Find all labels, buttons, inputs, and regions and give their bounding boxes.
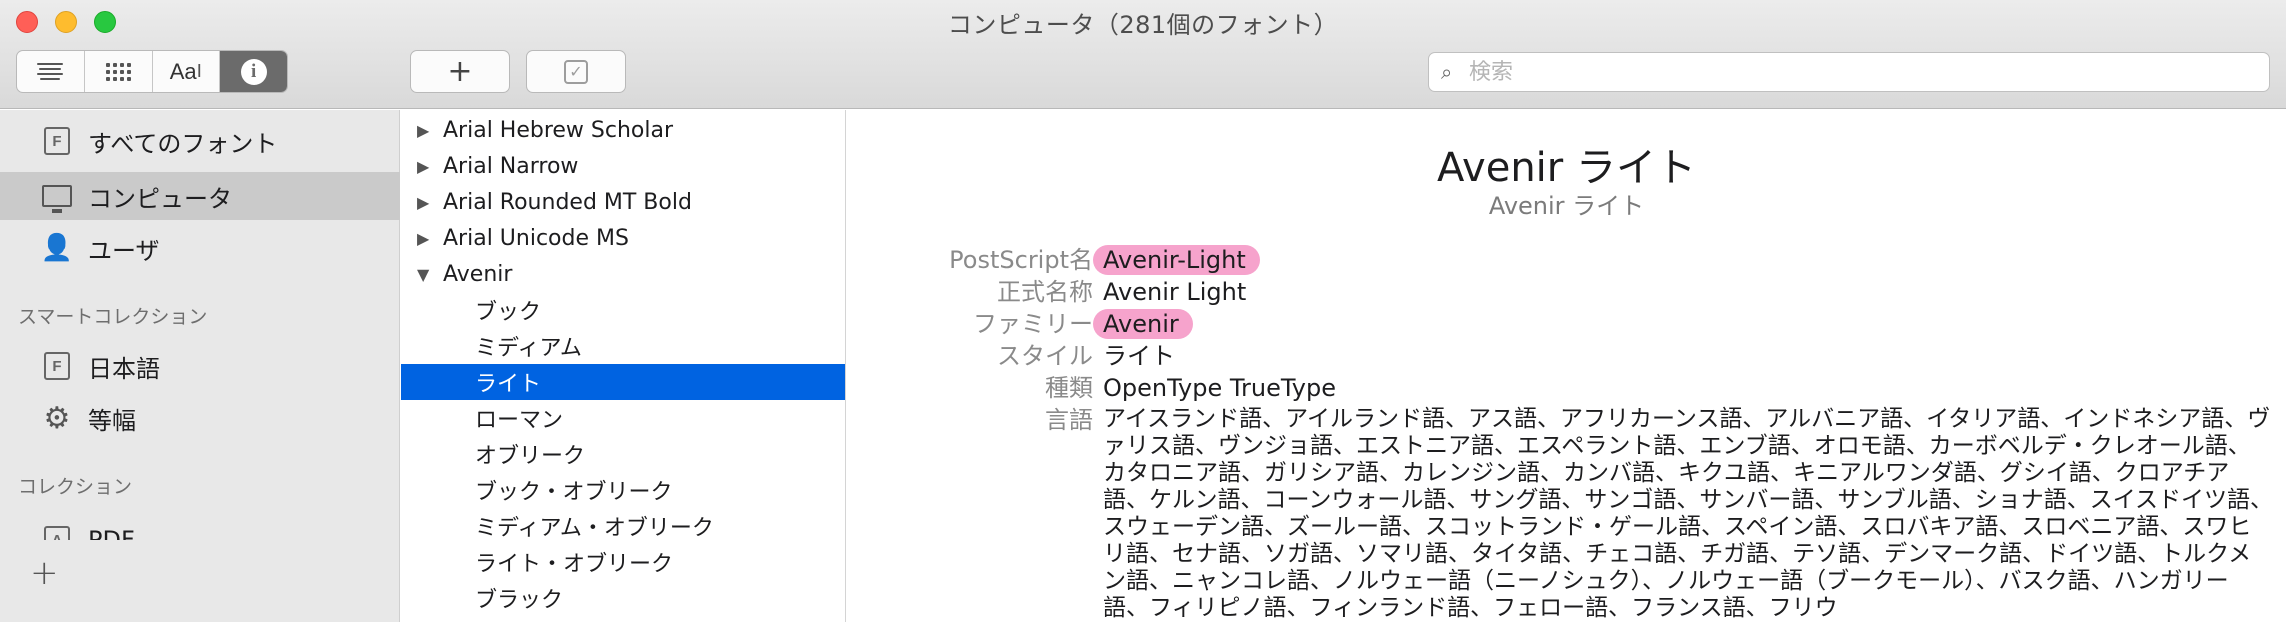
info-value[interactable]: Avenir-Light [1093,245,1260,275]
sidebar: F すべてのフォント コンピュータ 👤 ユーザ スマートコレクション F 日本語… [0,110,400,622]
font-file-icon: F [42,351,72,381]
monitor-icon [42,181,72,213]
checkbox-icon: ✓ [564,59,588,84]
info-key: 正式名称 [997,278,1093,306]
font-info-pane: Avenir ライト Avenir ライト PostScript名 Avenir… [847,110,2286,622]
info-row-full-name: 正式名称 Avenir Light [847,278,2286,306]
sidebar-item-japanese[interactable]: F 日本語 [0,342,400,390]
gear-icon: ⚙ [43,400,71,436]
font-face-row[interactable]: ブック・オブリーク [401,472,845,508]
font-face-row[interactable]: オブリーク [401,436,845,472]
sidebar-item-label: 等幅 [88,406,136,435]
sample-view-icon: Aa [169,58,197,84]
font-family-row[interactable]: ▶ Arial Hebrew Scholar [401,112,845,148]
highlight-mark: Avenir [1093,309,1193,339]
grid-view-button[interactable] [85,51,153,92]
info-value[interactable]: ライト [1103,342,1175,370]
collections-header: コレクション [18,476,133,498]
search-input[interactable] [1469,59,2249,85]
info-value-languages[interactable]: アイスランド語、アイルランド語、アス語、アフリカーンス語、アルバニア語、イタリア… [1103,406,2273,622]
add-collection-button[interactable]: + [30,553,59,593]
search-icon[interactable]: ⌕ [1441,60,1469,84]
sidebar-item-monospace[interactable]: ⚙ 等幅 [0,394,400,442]
font-face-row[interactable]: ローマン [401,400,845,436]
smart-collections-header: スマートコレクション [18,306,208,328]
info-row-family: ファミリー Avenir [847,309,2286,339]
sidebar-item-pdf[interactable]: A PDF [0,516,400,540]
font-file-icon: F [42,126,72,156]
disclosure-triangle-icon[interactable]: ▶ [417,157,431,176]
sidebar-item-all-fonts[interactable]: F すべてのフォント [0,117,400,165]
sidebar-item-label: すべてのフォント [88,129,278,158]
list-view-icon [37,62,64,81]
sidebar-item-label: 日本語 [88,354,160,383]
font-face-row[interactable]: ブック [401,292,845,328]
font-title: Avenir ライト [1437,145,1696,191]
list-view-button[interactable] [17,51,85,92]
plus-icon: + [447,54,473,89]
disclosure-triangle-icon[interactable]: ▶ [417,121,431,140]
collection-clip: A PDF [0,510,400,540]
font-family-row[interactable]: ▼ Avenir [401,256,845,292]
info-row-style: スタイル ライト [847,342,2286,370]
user-icon: 👤 [40,233,74,263]
font-family-row[interactable]: ▶ Arial Rounded MT Bold [401,184,845,220]
info-key: 種類 [1045,374,1093,402]
disclosure-triangle-icon[interactable]: ▶ [417,229,431,248]
info-row-kind: 種類 OpenType TrueType [847,374,2286,402]
view-mode-segmented-control: Aa I i [16,50,288,93]
font-family-row[interactable]: ▶ Arial Narrow [401,148,845,184]
sidebar-item-user[interactable]: 👤 ユーザ [0,224,400,272]
sidebar-item-label: コンピュータ [88,184,232,213]
font-subtitle: Avenir ライト [1488,192,1645,220]
info-row-postscript-name: PostScript名 Avenir-Light [847,245,2286,275]
font-face-row-selected[interactable]: ライト [401,364,845,400]
info-key: スタイル [997,342,1093,370]
info-value[interactable]: OpenType TrueType [1103,374,1336,402]
font-list: ▶ Arial Hebrew Scholar ▶ Arial Narrow ▶ … [401,110,846,622]
info-value[interactable]: Avenir [1093,309,1193,339]
disclosure-triangle-icon[interactable]: ▶ [417,193,431,212]
font-file-icon: A [42,525,72,540]
sample-view-button[interactable]: Aa I [153,51,221,92]
search-field[interactable]: ⌕ [1428,52,2270,92]
window-title: コンピュータ（281個のフォント） [947,11,1339,39]
sidebar-item-computer[interactable]: コンピュータ [0,172,400,220]
info-key: ファミリー [973,310,1093,338]
font-family-row[interactable]: ▶ Arial Unicode MS [401,220,845,256]
info-view-button[interactable]: i [220,51,287,92]
info-row-languages: 言語 アイスランド語、アイルランド語、アス語、アフリカーンス語、アルバニア語、イ… [847,406,2286,622]
info-view-icon: i [240,58,267,85]
font-face-row[interactable]: ミディアム・オブリーク [401,508,845,544]
sidebar-item-label: PDF [88,526,135,540]
grid-view-icon [105,62,131,81]
disclosure-triangle-expanded-icon[interactable]: ▼ [417,265,431,284]
validate-font-button[interactable]: ✓ [526,50,626,93]
info-key: 言語 [1045,406,1093,434]
highlight-mark: Avenir-Light [1093,245,1260,275]
add-font-button[interactable]: + [410,50,510,93]
info-value[interactable]: Avenir Light [1103,278,1246,306]
font-face-row[interactable]: ミディアム [401,328,845,364]
font-face-row[interactable]: ブラック [401,580,845,616]
font-face-row[interactable]: ライト・オブリーク [401,544,845,580]
window-toolbar: コンピュータ（281個のフォント） Aa I i + ✓ ⌕ [0,0,2286,109]
sidebar-item-label: ユーザ [88,236,160,265]
info-key: PostScript名 [949,246,1093,274]
